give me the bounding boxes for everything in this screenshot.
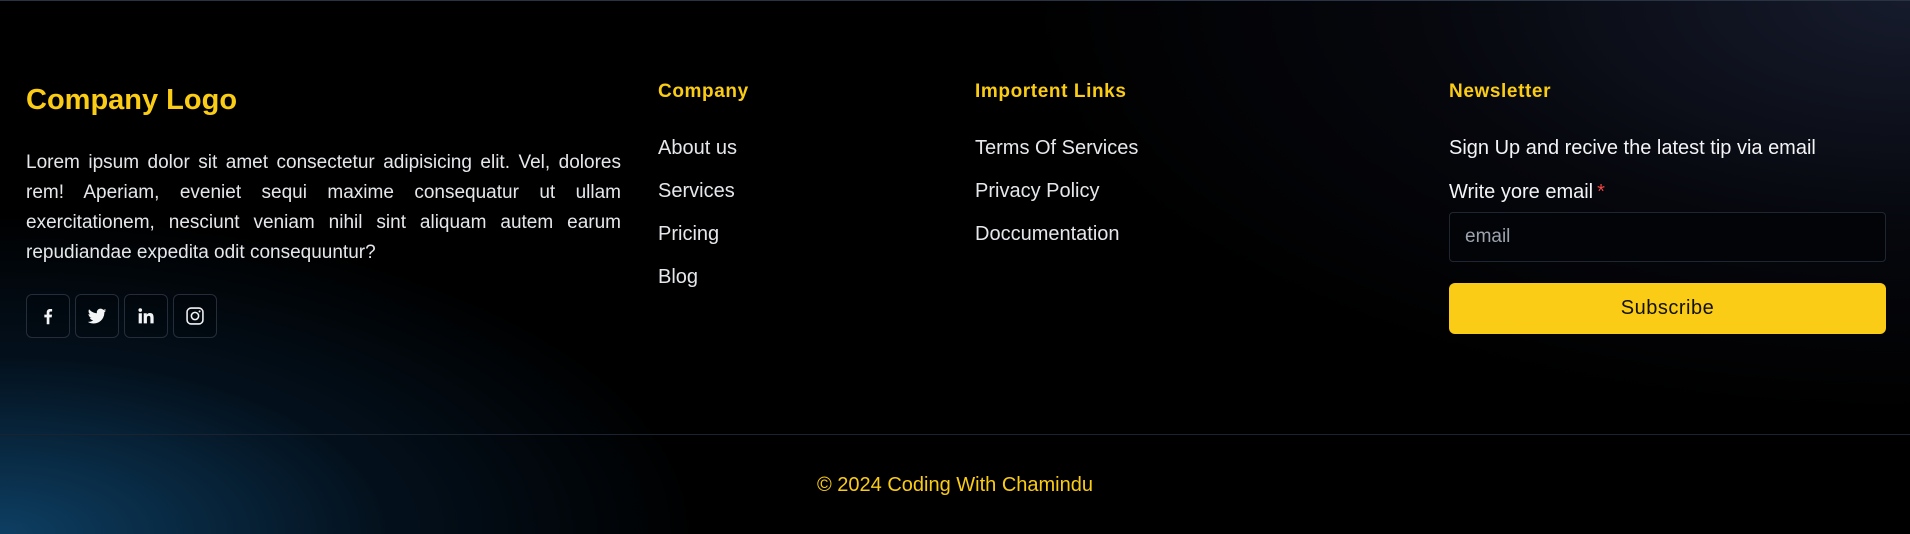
link-about-us[interactable]: About us (658, 136, 938, 160)
link-blog[interactable]: Blog (658, 265, 938, 289)
link-documentation[interactable]: Doccumentation (975, 222, 1395, 246)
important-links-column: Importent Links Terms Of Services Privac… (975, 78, 1395, 265)
subscribe-button[interactable]: Subscribe (1449, 283, 1886, 334)
link-privacy-policy[interactable]: Privacy Policy (975, 179, 1395, 203)
about-column: Company Logo Lorem ipsum dolor sit amet … (26, 78, 621, 338)
link-terms-of-services[interactable]: Terms Of Services (975, 136, 1395, 160)
email-field-label: Write yore email * (1449, 180, 1886, 204)
linkedin-link[interactable] (124, 294, 168, 338)
link-pricing[interactable]: Pricing (658, 222, 938, 246)
newsletter-description: Sign Up and recive the latest tip via em… (1449, 137, 1816, 159)
instagram-link[interactable] (173, 294, 217, 338)
newsletter-heading: Newsletter (1449, 81, 1552, 102)
company-logo[interactable]: Company Logo (26, 82, 621, 118)
important-links-heading: Importent Links (975, 81, 1127, 102)
email-label-text: Write yore email (1449, 181, 1594, 203)
social-links (26, 294, 621, 338)
copyright-text: © 2024 Coding With Chamindu (817, 474, 1093, 496)
facebook-link[interactable] (26, 294, 70, 338)
email-input[interactable] (1449, 212, 1886, 262)
important-links: Terms Of Services Privacy Policy Doccume… (975, 136, 1395, 246)
site-footer: Company Logo Lorem ipsum dolor sit amet … (0, 0, 1910, 434)
company-links: About us Services Pricing Blog (658, 136, 938, 289)
footer-divider (0, 434, 1910, 435)
company-heading: Company (658, 81, 749, 102)
about-description: Lorem ipsum dolor sit amet consectetur a… (26, 152, 621, 263)
twitter-link[interactable] (75, 294, 119, 338)
facebook-icon (44, 308, 53, 325)
twitter-icon (87, 308, 107, 324)
linkedin-icon (138, 308, 154, 324)
company-column: Company About us Services Pricing Blog (658, 78, 938, 308)
newsletter-column: Newsletter Sign Up and recive the latest… (1449, 78, 1886, 334)
instagram-icon (186, 307, 204, 325)
link-services[interactable]: Services (658, 179, 938, 203)
required-asterisk: * (1597, 181, 1605, 203)
